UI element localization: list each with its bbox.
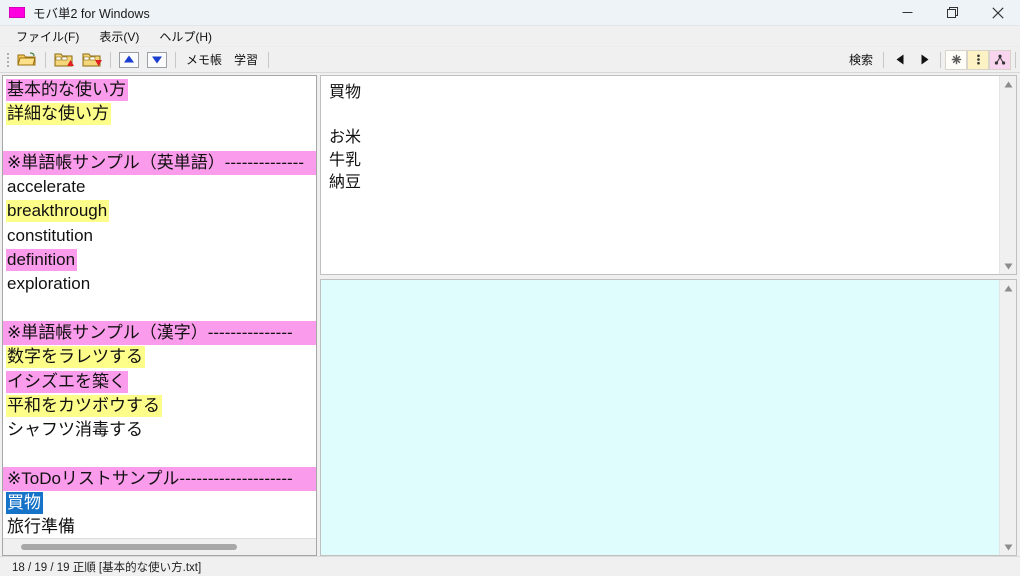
memo-pane[interactable]	[320, 279, 1017, 556]
toolbar-separator	[110, 51, 111, 68]
list-item[interactable]: ※単語帳サンプル（英単語）--------------	[3, 150, 316, 176]
list-item[interactable]: 平和をカツボウする	[3, 394, 316, 418]
mark-none-button[interactable]	[945, 49, 967, 70]
list-item[interactable]	[3, 297, 316, 321]
title-bar: モバ単2 for Windows	[0, 0, 1020, 26]
list-item[interactable]: definition	[3, 248, 316, 272]
list-item[interactable]: 詳細な使い方	[3, 102, 316, 126]
detail-pane[interactable]: 買物 お米 牛乳 納豆	[320, 75, 1017, 275]
list-item[interactable]: 数字をラレツする	[3, 345, 316, 369]
menu-file[interactable]: ファイル(F)	[6, 26, 89, 47]
list-item[interactable]: 買物	[3, 491, 316, 515]
import-button[interactable]	[51, 49, 77, 71]
list-item[interactable]: ※単語帳サンプル（漢字）---------------	[3, 320, 316, 346]
close-button[interactable]	[975, 0, 1020, 26]
next-button[interactable]	[912, 50, 936, 70]
toolbar-separator	[883, 51, 884, 68]
restore-button[interactable]	[930, 0, 975, 26]
word-list-panel[interactable]: 基本的な使い方 詳細な使い方 ※単語帳サンプル（英単語）--------------…	[2, 75, 317, 556]
memo-vertical-scrollbar[interactable]	[999, 280, 1016, 555]
list-item-label: 旅行準備	[7, 517, 75, 537]
minimize-button[interactable]	[885, 0, 930, 26]
list-item-label: 数字をラレツする	[6, 346, 145, 369]
prev-button[interactable]	[888, 50, 912, 70]
notepad-button[interactable]: メモ帳	[180, 49, 228, 70]
list-item-label: シャフツ消毒する	[7, 420, 143, 440]
app-icon	[9, 7, 25, 18]
list-item-label: breakthrough	[6, 200, 110, 223]
list-item[interactable]	[3, 442, 316, 466]
list-item[interactable]: 旅行準備	[3, 515, 316, 538]
status-text: 18 / 19 / 19 正順 [基本的な使い方.txt]	[12, 561, 202, 574]
list-item[interactable]: 基本的な使い方	[3, 78, 316, 102]
move-up-button[interactable]	[116, 49, 142, 71]
toolbar: メモ帳 学習 検索	[0, 47, 1020, 73]
window-title: モバ単2 for Windows	[33, 7, 150, 21]
detail-vertical-scrollbar[interactable]	[999, 76, 1016, 274]
menu-bar: ファイル(F) 表示(V) ヘルプ(H)	[0, 26, 1020, 47]
word-list[interactable]: 基本的な使い方 詳細な使い方 ※単語帳サンプル（英単語）--------------…	[3, 76, 316, 538]
detail-line	[329, 105, 999, 128]
status-bar: 18 / 19 / 19 正順 [基本的な使い方.txt]	[0, 556, 1020, 576]
list-item-label: definition	[6, 249, 78, 272]
list-item-label: exploration	[7, 274, 91, 294]
study-button[interactable]: 学習	[228, 49, 264, 70]
detail-line: 納豆	[329, 174, 362, 191]
list-item[interactable]: constitution	[3, 224, 316, 248]
list-item-label: イシズエを築く	[6, 370, 128, 393]
list-item[interactable]: イシズエを築く	[3, 370, 316, 394]
search-label: 検索	[848, 53, 873, 67]
horizontal-scrollbar[interactable]	[3, 538, 316, 555]
application-window: モバ単2 for Windows ファイル(F) 表示(V) ヘルプ(H) メモ…	[0, 0, 1020, 576]
toolbar-separator	[175, 51, 176, 68]
list-item[interactable]	[3, 127, 316, 151]
toolbar-grip[interactable]	[5, 51, 11, 69]
scroll-up-icon[interactable]	[1001, 77, 1016, 91]
mark-pink-button[interactable]	[989, 49, 1011, 70]
list-item-label: accelerate	[7, 177, 86, 197]
horizontal-scrollbar-thumb[interactable]	[21, 544, 238, 550]
detail-text[interactable]: 買物 お米 牛乳 納豆	[321, 76, 999, 274]
list-item-label: 基本的な使い方	[6, 79, 128, 101]
scroll-down-icon[interactable]	[1001, 259, 1016, 273]
mark-yellow-button[interactable]	[967, 49, 989, 70]
toolbar-separator	[45, 51, 46, 68]
detail-line: お米	[329, 129, 362, 146]
list-item[interactable]: breakthrough	[3, 199, 316, 223]
detail-line: 買物	[329, 84, 362, 101]
list-item[interactable]: ※ToDoリストサンプル--------------------	[3, 466, 316, 492]
open-folder-button[interactable]	[14, 49, 40, 71]
right-column: 買物 お米 牛乳 納豆	[320, 75, 1018, 556]
toolbar-separator	[940, 51, 941, 68]
menu-view[interactable]: 表示(V)	[89, 26, 149, 47]
list-item-label: 平和をカツボウする	[6, 394, 162, 417]
list-item-label: ※ToDoリストサンプル--------------------	[7, 468, 293, 488]
list-item-label: constitution	[7, 225, 93, 245]
memo-text[interactable]	[321, 280, 999, 555]
list-item-label	[6, 443, 9, 465]
list-item-label: ※単語帳サンプル（漢字）---------------	[7, 322, 293, 342]
scroll-down-icon[interactable]	[1001, 540, 1016, 554]
list-item[interactable]: シャフツ消毒する	[3, 418, 316, 442]
list-item-label: ※単語帳サンプル（英単語）--------------	[7, 152, 304, 172]
toolbar-separator	[1015, 51, 1016, 68]
list-item-label	[6, 298, 9, 320]
list-item-label	[6, 128, 9, 150]
list-item-label: 詳細な使い方	[6, 103, 111, 126]
export-button[interactable]	[79, 49, 105, 71]
list-item-label: 買物	[6, 492, 43, 515]
detail-line: 牛乳	[329, 151, 362, 169]
menu-help[interactable]: ヘルプ(H)	[149, 26, 222, 47]
toolbar-separator	[268, 51, 270, 68]
list-item[interactable]: exploration	[3, 272, 316, 296]
scroll-up-icon[interactable]	[1001, 281, 1016, 295]
window-controls	[885, 0, 1020, 26]
move-down-button[interactable]	[144, 49, 170, 71]
workspace: 基本的な使い方 詳細な使い方 ※単語帳サンプル（英単語）--------------…	[0, 73, 1020, 556]
list-item[interactable]: accelerate	[3, 175, 316, 199]
